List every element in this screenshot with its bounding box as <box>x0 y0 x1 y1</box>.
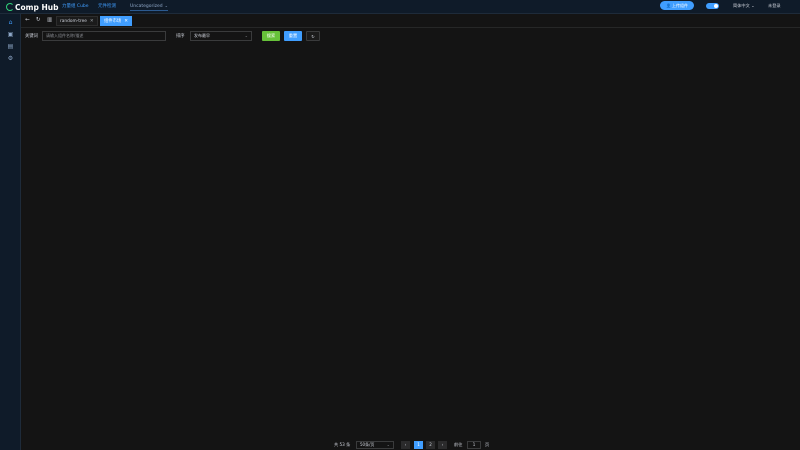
topnav-item-detect[interactable]: 元件检测 <box>98 3 116 9</box>
back-icon[interactable]: ← <box>25 17 30 23</box>
prev-page-button[interactable]: ‹ <box>401 441 410 449</box>
chevron-down-icon: ⌄ <box>164 3 168 8</box>
close-icon[interactable]: ✕ <box>90 19 94 24</box>
language-select[interactable]: 简体中文 ⌄ <box>733 3 755 9</box>
top-header: Comp Hub 力量组 Cube 元件检测 Uncategorized ⌄ 👤 … <box>0 0 800 14</box>
keyword-label: 关键词 <box>25 34 38 39</box>
user-login[interactable]: 未登录 <box>768 3 781 9</box>
topnav-item-cube[interactable]: 力量组 Cube <box>62 3 89 9</box>
chevron-down-icon: ⌄ <box>751 3 755 8</box>
gear-icon[interactable]: ⚙ <box>7 55 14 62</box>
tab-label: random-tree <box>60 18 87 24</box>
calendar-icon[interactable]: ▤ <box>7 43 14 50</box>
app-name: Comp Hub <box>15 2 59 12</box>
sort-label: 排序 <box>176 34 185 39</box>
chevron-down-icon: ⌄ <box>244 33 248 38</box>
layout-icon[interactable]: ▥ <box>47 17 52 23</box>
upload-button[interactable]: 👤 上传组件 <box>660 1 694 10</box>
page-button-2[interactable]: 2 <box>426 441 435 449</box>
left-sidebar: ⌂ ▣ ▤ ⚙ <box>0 14 21 450</box>
sort-select[interactable]: 发布最早 ⌄ <box>190 31 252 41</box>
tab-random-tree[interactable]: random-tree ✕ <box>56 16 98 26</box>
sort-value: 发布最早 <box>194 33 210 38</box>
toggle-knob <box>714 4 718 8</box>
keyword-input[interactable]: 请输入组件名称/描述 <box>42 31 166 41</box>
page-unit-label: 页 <box>485 442 490 447</box>
page-size-select[interactable]: 50条/页 ⌄ <box>356 441 394 449</box>
reset-button[interactable]: 重置 <box>284 31 302 41</box>
topnav-item-category[interactable]: Uncategorized ⌄ <box>130 3 168 11</box>
home-icon[interactable]: ⌂ <box>7 19 14 26</box>
language-label: 简体中文 <box>733 3 750 8</box>
tabs-bar: ← ↻ ▥ random-tree ✕ 组件市场 ✕ <box>21 14 800 28</box>
monitor-icon[interactable]: ▣ <box>7 31 14 38</box>
chevron-down-icon: ⌄ <box>386 442 390 447</box>
logo-icon <box>6 3 14 11</box>
tab-component-market[interactable]: 组件市场 ✕ <box>100 16 132 26</box>
page-size-value: 50条/页 <box>360 442 375 447</box>
goto-page-input[interactable]: 1 <box>467 441 481 449</box>
refresh-icon[interactable]: ↻ <box>36 17 41 23</box>
refresh-button[interactable]: ↻ <box>306 31 320 41</box>
close-icon[interactable]: ✕ <box>124 19 128 24</box>
pagination-total: 共 53 条 <box>334 442 351 447</box>
page-button-1[interactable]: 1 <box>414 441 423 449</box>
search-button[interactable]: 搜索 <box>262 31 280 41</box>
next-page-button[interactable]: › <box>438 441 447 449</box>
user-icon: 👤 <box>666 3 671 8</box>
theme-toggle[interactable] <box>706 3 719 9</box>
upload-button-label: 上传组件 <box>671 2 688 8</box>
refresh-icon: ↻ <box>311 33 315 39</box>
app-logo[interactable]: Comp Hub <box>6 1 58 13</box>
tab-label: 组件市场 <box>104 19 122 24</box>
goto-label: 前往 <box>454 442 463 447</box>
topnav-category-label: Uncategorized <box>130 4 163 9</box>
